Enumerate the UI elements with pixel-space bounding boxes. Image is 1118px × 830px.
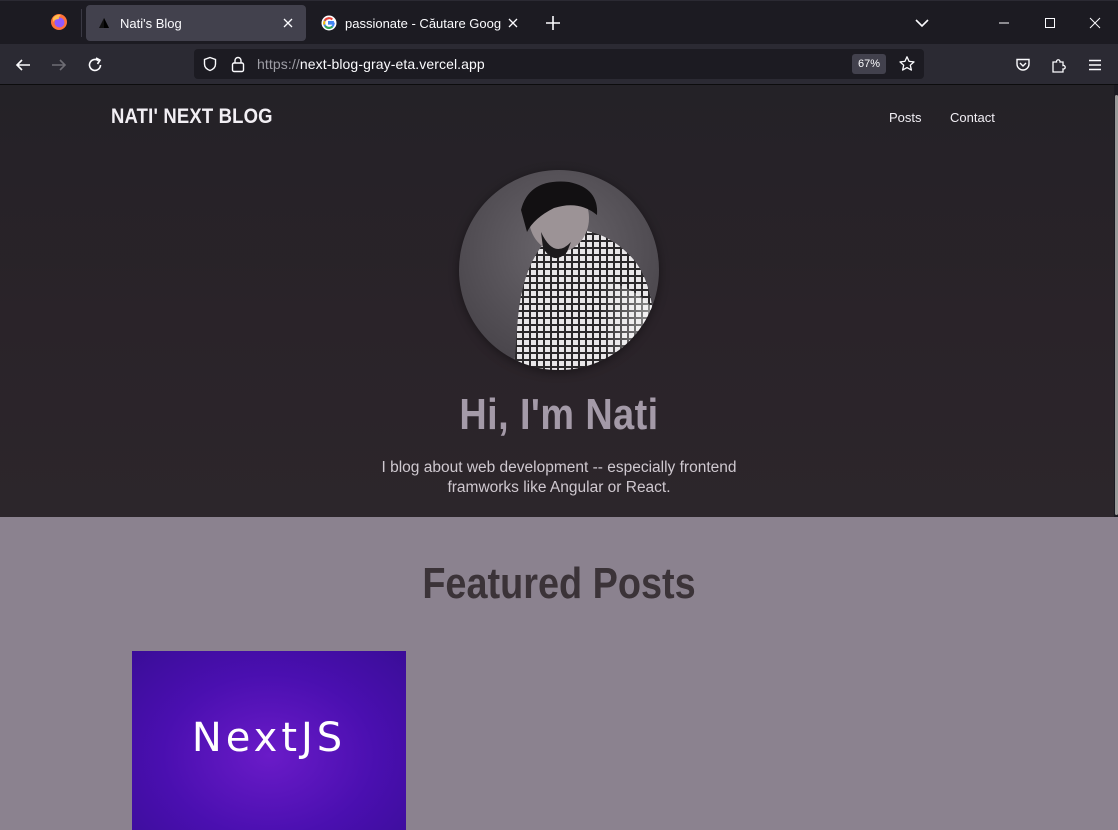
- site-logo[interactable]: NATI' NEXT BLOG: [111, 105, 273, 129]
- zoom-level-badge[interactable]: 67%: [852, 54, 887, 74]
- hero-section: NATI' NEXT BLOG Posts Contact Hi, I'm Na…: [0, 85, 1114, 517]
- back-arrow-icon[interactable]: [8, 50, 38, 80]
- close-window-icon[interactable]: [1072, 9, 1118, 37]
- minimize-window-icon[interactable]: [981, 9, 1027, 37]
- new-tab-plus-icon[interactable]: [543, 13, 563, 33]
- avatar: [459, 170, 659, 370]
- hero-title: Hi, I'm Nati: [459, 390, 659, 439]
- bookmark-star-icon[interactable]: [898, 55, 916, 73]
- firefox-icon[interactable]: [50, 13, 68, 31]
- lock-icon[interactable]: [230, 55, 246, 73]
- tab-natis-blog[interactable]: Nati's Blog: [86, 5, 306, 41]
- avatar-photo: [514, 181, 659, 370]
- reload-icon[interactable]: [80, 50, 110, 80]
- address-bar[interactable]: https://next-blog-gray-eta.vercel.app 67…: [194, 49, 924, 79]
- maximize-window-icon[interactable]: [1027, 9, 1073, 37]
- post-card[interactable]: NextJS: [132, 651, 406, 830]
- tab-title: Nati's Blog: [120, 15, 182, 31]
- featured-posts-heading: Featured Posts: [422, 559, 696, 608]
- pocket-icon[interactable]: [1008, 50, 1038, 80]
- google-g-icon: [321, 15, 337, 31]
- hero-description: I blog about web development -- especial…: [381, 459, 737, 496]
- chevron-down-icon[interactable]: [912, 13, 932, 33]
- tab-divider: [81, 9, 82, 37]
- extensions-puzzle-icon[interactable]: [1044, 50, 1074, 80]
- url-scheme: https://: [257, 56, 300, 72]
- tracking-protection-shield-icon[interactable]: [202, 56, 218, 72]
- nav-link-posts[interactable]: Posts: [889, 110, 922, 125]
- hamburger-menu-icon[interactable]: [1080, 50, 1110, 80]
- post-card-image-text: NextJS: [191, 715, 347, 761]
- tab-google-search[interactable]: passionate - Căutare Google: [311, 5, 531, 41]
- navigation-toolbar: https://next-blog-gray-eta.vercel.app 67…: [0, 44, 1118, 85]
- url-host: next-blog-gray-eta.vercel.app: [299, 56, 485, 72]
- forward-arrow-icon[interactable]: [44, 50, 74, 80]
- nav-link-contact[interactable]: Contact: [950, 110, 995, 125]
- featured-posts-section: Featured Posts NextJS: [0, 517, 1118, 830]
- page-viewport: NATI' NEXT BLOG Posts Contact Hi, I'm Na…: [0, 85, 1118, 830]
- close-tab-icon[interactable]: [276, 11, 300, 35]
- tab-strip: Nati's Blog passionate - Căutare Google: [0, 0, 1118, 44]
- close-tab-icon[interactable]: [501, 11, 525, 35]
- url-text[interactable]: https://next-blog-gray-eta.vercel.app: [257, 56, 485, 72]
- tab-title: passionate - Căutare Google: [345, 15, 501, 31]
- vercel-triangle-icon: [96, 15, 112, 31]
